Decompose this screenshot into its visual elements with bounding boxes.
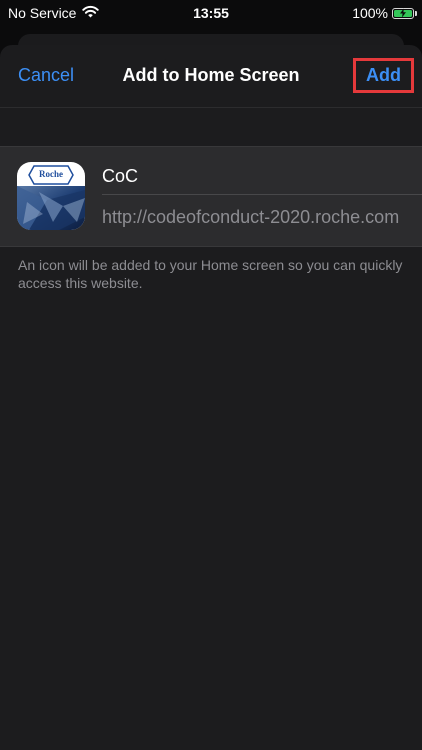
battery-fill xyxy=(394,8,412,18)
bookmark-form: Roche CoC http://codeofconduct-2020.roch… xyxy=(0,146,422,247)
cancel-button[interactable]: Cancel xyxy=(18,65,74,86)
add-button[interactable]: Add xyxy=(353,58,414,93)
wifi-icon xyxy=(82,5,100,21)
screen: No Service 13:55 100% Cancel Add to Home… xyxy=(0,0,422,750)
name-input-value: CoC xyxy=(102,165,139,186)
add-button-label: Add xyxy=(366,65,401,85)
nav-bar: Cancel Add to Home Screen Add xyxy=(0,45,422,108)
status-bar: No Service 13:55 100% xyxy=(0,0,422,26)
status-time: 13:55 xyxy=(193,5,229,21)
add-to-home-sheet: Cancel Add to Home Screen Add Roche CoC … xyxy=(0,45,422,750)
footnote: An icon will be added to your Home scree… xyxy=(18,257,403,291)
url-text: http://codeofconduct-2020.roche.com xyxy=(102,207,400,227)
battery-charging-icon xyxy=(392,7,417,19)
carrier-label: No Service xyxy=(8,5,77,21)
status-left: No Service xyxy=(8,5,100,21)
name-input[interactable]: CoC xyxy=(102,158,422,195)
app-icon-logo-text: Roche xyxy=(39,169,63,179)
battery-percent: 100% xyxy=(352,5,388,21)
status-right: 100% xyxy=(352,5,417,21)
app-icon: Roche xyxy=(17,162,85,230)
